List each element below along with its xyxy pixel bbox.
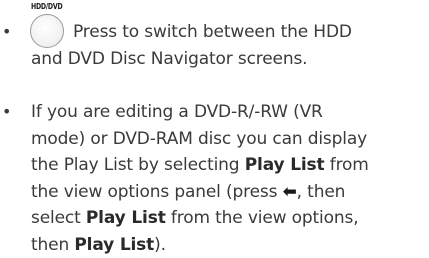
text-segment: ).	[154, 235, 166, 255]
play-list-term: Play List	[245, 155, 325, 175]
bullet-text-switch-navigator: Press to switch between the HDD and DVD …	[31, 19, 427, 72]
text-segment: from	[325, 155, 369, 175]
text-segment: the view options panel (press	[31, 182, 283, 202]
text-line: and DVD Disc Navigator screens.	[31, 46, 427, 73]
text-line: select Play List from the view options,	[31, 205, 427, 232]
text-segment: select	[31, 208, 86, 228]
text-line: mode) or DVD-RAM disc you can display	[31, 126, 427, 153]
bullet-point: •	[2, 19, 12, 45]
text-line: the view options panel (press ⬅, then	[31, 179, 427, 206]
text-line: the Play List by selecting Play List fro…	[31, 152, 427, 179]
play-list-term: Play List	[74, 235, 154, 255]
bullet-text-play-list: If you are editing a DVD-R/-RW (VR mode)…	[31, 99, 427, 258]
text-segment: , then	[297, 182, 346, 202]
hdd-dvd-button-label: HDD/DVD	[31, 2, 62, 11]
text-segment: the Play List by selecting	[31, 155, 245, 175]
play-list-term: Play List	[86, 208, 166, 228]
text-line: Press to switch between the HDD	[31, 19, 427, 46]
manual-page: HDD/DVD • Press to switch between the HD…	[0, 0, 429, 248]
left-arrow-icon: ⬅	[283, 179, 297, 206]
text-segment: from the view options,	[166, 208, 359, 228]
bullet-point: •	[2, 99, 12, 125]
text-line: then Play List).	[31, 232, 427, 258]
text-segment: then	[31, 235, 74, 255]
text-line: If you are editing a DVD-R/-RW (VR	[31, 99, 427, 126]
